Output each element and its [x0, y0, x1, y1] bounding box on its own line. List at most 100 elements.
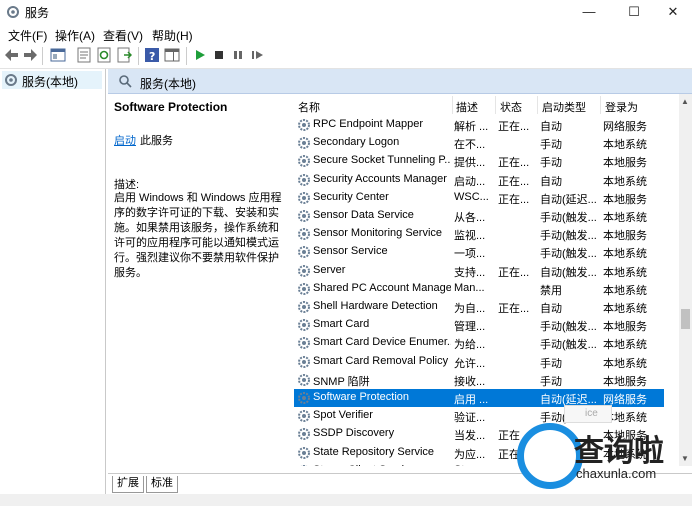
service-row[interactable]: Sensor Service 一项... 手动(触发... 本地系统 — [294, 243, 664, 261]
service-row[interactable]: Smart Card Removal Policy 允许... 手动 本地系统 — [294, 353, 664, 371]
service-gear-icon — [298, 373, 310, 386]
service-startup-type: 自动 — [540, 121, 562, 133]
service-row[interactable]: Server 支持... 正在... 自动(触发... 本地系统 — [294, 262, 664, 280]
vertical-scrollbar[interactable]: ▲ ▼ — [679, 94, 692, 466]
forward-arrow-icon[interactable] — [22, 47, 38, 63]
menu-view[interactable]: 查看(V) — [103, 27, 143, 44]
pause-service-icon[interactable] — [230, 47, 246, 63]
scroll-up-arrow-icon[interactable]: ▲ — [681, 97, 689, 106]
tree-node-services-local[interactable]: 服务(本地) — [2, 71, 102, 89]
svg-text:?: ? — [149, 50, 155, 63]
service-status: 正在... — [498, 266, 530, 279]
tooltip: ice — [564, 405, 612, 423]
column-header-startup-type[interactable]: 启动类型 — [542, 99, 586, 115]
service-row[interactable]: SNMP 陷阱 接收... 手动 本地服务 — [294, 371, 664, 389]
service-gear-icon — [298, 191, 310, 204]
service-row[interactable]: Secure Socket Tunneling P... 提供... 正在... 手动… — [294, 152, 664, 170]
service-startup-type: 手动 — [540, 375, 562, 388]
toolbar-divider — [138, 47, 139, 65]
service-row[interactable]: Security Accounts Manager 启动... 正在... 自动 本地系… — [294, 171, 664, 189]
column-header-description[interactable]: 描述 — [456, 99, 478, 115]
column-divider[interactable] — [495, 96, 496, 114]
service-gear-icon — [298, 392, 310, 404]
service-logon-as: 本地服务 — [603, 157, 647, 170]
service-row[interactable]: Secondary Logon 在不... 手动 本地系统 — [294, 134, 664, 152]
service-description: 管理... — [454, 321, 486, 334]
service-startup-type: 手动(触发... — [540, 248, 597, 261]
service-description: 验证... — [454, 412, 486, 425]
service-row[interactable]: Smart Card Device Enumer... 为给... 手动(触发...… — [294, 334, 664, 352]
stop-service-icon[interactable] — [211, 47, 227, 63]
service-name: Secondary Logon — [313, 136, 400, 149]
service-row[interactable]: Shell Hardware Detection 为自... 正在... 自动 本地系统 — [294, 298, 664, 316]
minimize-button[interactable]: — — [572, 0, 606, 24]
close-button[interactable]: ✕ — [656, 0, 690, 24]
column-divider[interactable] — [452, 96, 453, 114]
service-logon-as: 本地系统 — [603, 175, 647, 188]
service-description: 启用 ... — [454, 394, 489, 406]
service-row[interactable]: Smart Card 管理... 手动(触发... 本地服务 — [294, 316, 664, 334]
service-gear-icon — [298, 355, 310, 368]
service-logon-as: 本地系统 — [603, 212, 647, 224]
watermark-text: 查询啦 — [574, 434, 664, 469]
maximize-button[interactable]: ☐ — [617, 0, 651, 24]
column-divider[interactable] — [537, 96, 538, 114]
tab-extended[interactable]: 扩展 — [112, 476, 144, 493]
console-tree: 服务(本地) — [0, 69, 106, 494]
service-status: 正在... — [498, 175, 530, 188]
service-logon-as: 网络服务 — [603, 394, 647, 406]
toolbar-divider — [42, 47, 43, 65]
service-row[interactable]: Sensor Monitoring Service 监视... 手动(触发... 本地… — [294, 225, 664, 243]
service-gear-icon — [298, 246, 310, 259]
service-logon-as: 本地服务 — [603, 230, 647, 243]
service-description: 为给... — [454, 339, 486, 352]
service-gear-icon — [298, 264, 310, 277]
service-description: WSC... — [454, 190, 489, 203]
service-name: Sensor Service — [313, 245, 388, 258]
tree-node-label: 服务(本地) — [22, 75, 78, 89]
menu-help[interactable]: 帮助(H) — [152, 27, 193, 44]
service-logon-as: 本地系统 — [603, 339, 647, 352]
menu-action[interactable]: 操作(A) — [55, 27, 95, 44]
service-logon-as: 本地系统 — [603, 412, 647, 425]
tab-standard[interactable]: 标准 — [146, 476, 178, 493]
scroll-down-arrow-icon[interactable]: ▼ — [681, 454, 689, 463]
show-hide-pane-icon[interactable] — [164, 47, 180, 63]
back-arrow-icon[interactable] — [4, 47, 20, 63]
service-startup-type: 手动 — [540, 157, 562, 170]
start-service-link[interactable]: 启动 — [114, 132, 136, 148]
service-startup-type: 手动(触发... — [540, 212, 597, 224]
column-divider[interactable] — [600, 96, 601, 114]
scrollbar-thumb[interactable] — [681, 309, 690, 329]
service-row[interactable]: Sensor Data Service 从各... 手动(触发... 本地系统 — [294, 207, 664, 225]
service-name: Spot Verifier — [313, 409, 373, 422]
service-startup-type: 手动 — [540, 357, 562, 370]
service-logon-as: 本地系统 — [603, 303, 647, 315]
start-service-icon[interactable] — [192, 47, 208, 63]
column-header-status[interactable]: 状态 — [500, 99, 522, 115]
service-row[interactable]: Shared PC Account Manager Man... 禁用 本地系统 — [294, 280, 664, 298]
service-description: 支持... — [454, 266, 486, 279]
service-description: Stea... — [454, 464, 494, 466]
refresh-icon[interactable] — [96, 47, 112, 63]
service-logon-as: 本地服务 — [603, 193, 647, 206]
column-header-logon-as[interactable]: 登录为 — [605, 99, 638, 115]
restart-service-icon[interactable] — [249, 47, 265, 63]
properties-sheet-icon[interactable] — [76, 47, 92, 63]
description-label: 描述: — [114, 179, 140, 191]
help-icon[interactable]: ? — [144, 47, 160, 63]
console-tree-icon[interactable] — [50, 47, 66, 63]
column-header-row: 名称 描述 状态 启动类型 登录为 — [294, 94, 682, 116]
service-gear-icon — [298, 210, 310, 222]
service-logon-as: 本地系统 — [603, 284, 647, 297]
service-row[interactable]: Security Center WSC... 正在... 自动(延迟... 本地服务 — [294, 189, 664, 207]
menu-file[interactable]: 文件(F) — [8, 27, 47, 44]
service-name: Sensor Monitoring Service — [313, 227, 443, 240]
service-status: 正在... — [498, 303, 530, 315]
service-name: Smart Card Removal Policy — [313, 354, 449, 367]
export-list-icon[interactable] — [116, 47, 132, 63]
column-header-name[interactable]: 名称 — [298, 99, 320, 115]
service-startup-type: 手动(触发... — [540, 321, 597, 334]
service-row[interactable]: RPC Endpoint Mapper 解析 ... 正在... 自动 网络服务 — [294, 116, 664, 134]
service-gear-icon — [298, 428, 310, 441]
